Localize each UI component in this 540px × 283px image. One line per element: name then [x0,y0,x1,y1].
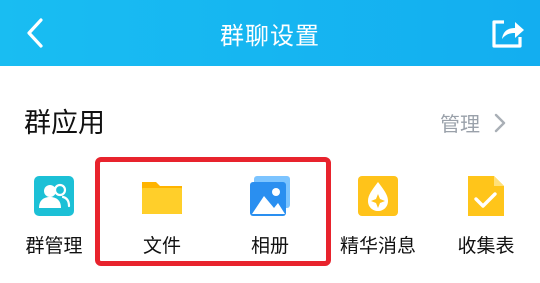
collection-form-icon [468,176,504,216]
app-label: 精华消息 [339,235,416,257]
share-button[interactable] [487,13,529,53]
manage-label: 管理 [440,112,480,136]
header-bar: 群聊设置 [0,0,540,66]
app-essence-messages[interactable]: 精华消息 [338,174,418,258]
manage-link[interactable]: 管理 [440,108,506,137]
app-group-manage[interactable]: 群管理 [14,174,94,258]
page-title: 群聊设置 [220,21,320,50]
section-title: 群应用 [24,108,105,139]
chevron-right-icon [494,113,506,132]
essence-message-icon [358,176,398,216]
group-manage-icon [34,176,74,216]
share-icon [492,20,524,48]
app-label: 收集表 [457,235,515,257]
app-label: 群管理 [25,235,83,257]
highlight-box [95,157,331,266]
app-collection-form[interactable]: 收集表 [446,174,526,258]
